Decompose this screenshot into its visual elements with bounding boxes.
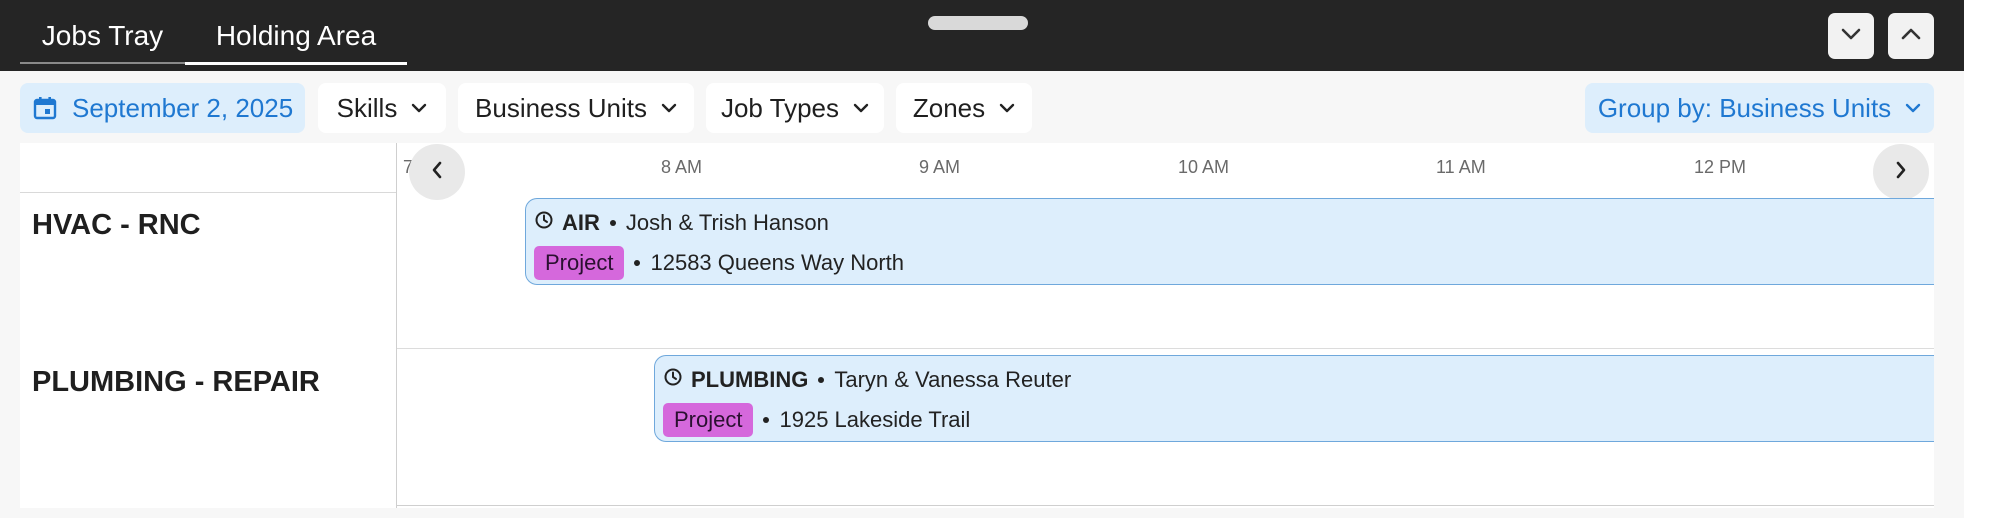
chevron-left-icon bbox=[431, 161, 443, 184]
job-address: 1925 Lakeside Trail bbox=[779, 407, 971, 432]
job-type: AIR bbox=[562, 210, 600, 235]
schedule-board: HVAC - RNC PLUMBING - REPAIR 7 AM 8 AM 9… bbox=[20, 143, 1934, 508]
business-units-filter-label: Business Units bbox=[475, 92, 647, 123]
chevron-down-icon bbox=[661, 103, 677, 113]
job-card-hvac[interactable]: AIR Josh & Trish Hanson Project 12583 Qu… bbox=[525, 198, 1934, 285]
job-type: PLUMBING bbox=[691, 367, 809, 392]
chevron-down-icon bbox=[1840, 27, 1862, 46]
job-customer: Taryn & Vanessa Reuter bbox=[834, 367, 1072, 392]
job-types-filter[interactable]: Job Types bbox=[706, 83, 884, 133]
skills-filter[interactable]: Skills bbox=[318, 83, 446, 133]
job-tag: Project bbox=[534, 246, 625, 280]
job-card-details: Project 1925 Lakeside Trail bbox=[663, 403, 970, 437]
tab-holding-area[interactable]: Holding Area bbox=[185, 10, 407, 65]
selected-date: September 2, 2025 bbox=[72, 92, 294, 123]
calendar-icon bbox=[32, 95, 58, 121]
panel-header: Jobs Tray Holding Area bbox=[0, 0, 1964, 71]
row-divider bbox=[397, 348, 1934, 349]
date-picker-button[interactable]: September 2, 2025 bbox=[20, 83, 305, 133]
hour-label: 8 AM bbox=[661, 157, 703, 177]
job-address: 12583 Queens Way North bbox=[650, 250, 905, 275]
chevron-up-icon bbox=[1900, 27, 1922, 46]
job-card-header: AIR Josh & Trish Hanson bbox=[534, 210, 829, 236]
drag-handle[interactable] bbox=[928, 16, 1028, 30]
job-card-details: Project 12583 Queens Way North bbox=[534, 246, 904, 280]
job-card-plumbing[interactable]: PLUMBING Taryn & Vanessa Reuter Project … bbox=[654, 355, 1934, 442]
chevron-down-icon bbox=[411, 103, 427, 113]
tab-jobs-tray[interactable]: Jobs Tray bbox=[20, 10, 185, 64]
hour-label: 12 PM bbox=[1694, 157, 1747, 177]
zones-filter-label: Zones bbox=[912, 92, 986, 123]
expand-button[interactable] bbox=[1888, 13, 1934, 59]
collapse-button[interactable] bbox=[1828, 13, 1874, 59]
group-by-select[interactable]: Group by: Business Units bbox=[1585, 83, 1934, 133]
business-units-filter[interactable]: Business Units bbox=[458, 83, 694, 133]
clock-icon bbox=[663, 367, 683, 393]
timeline-prev-button[interactable] bbox=[409, 144, 465, 200]
job-customer: Josh & Trish Hanson bbox=[625, 210, 829, 235]
group-column-header bbox=[20, 143, 396, 193]
job-tag: Project bbox=[663, 403, 754, 437]
separator-dot bbox=[634, 260, 641, 266]
skills-filter-label: Skills bbox=[336, 92, 398, 123]
hour-label: 9 AM bbox=[919, 157, 961, 177]
group-label-hvac-rnc: HVAC - RNC bbox=[32, 209, 201, 241]
job-card-header: PLUMBING Taryn & Vanessa Reuter bbox=[663, 367, 1071, 393]
chevron-right-icon bbox=[1895, 161, 1907, 184]
timeline-grid[interactable]: 7 AM 8 AM 9 AM 10 AM 11 AM 12 PM bbox=[396, 143, 1934, 508]
job-types-filter-label: Job Types bbox=[720, 92, 840, 123]
page-margin bbox=[1964, 0, 1999, 518]
chevron-down-icon bbox=[853, 103, 869, 113]
separator-dot bbox=[609, 220, 616, 226]
separator-dot bbox=[763, 417, 770, 423]
timeline-next-button[interactable] bbox=[1873, 144, 1929, 200]
group-by-label: Group by: Business Units bbox=[1597, 92, 1892, 123]
filter-toolbar: September 2, 2025 Skills Business Units … bbox=[0, 71, 1964, 143]
zones-filter[interactable]: Zones bbox=[896, 83, 1032, 133]
separator-dot bbox=[818, 377, 825, 383]
chevron-down-icon bbox=[999, 103, 1015, 113]
timeline-bottom-border bbox=[396, 505, 1934, 506]
chevron-down-icon bbox=[1905, 103, 1921, 113]
dispatch-panel: Jobs Tray Holding Area September 2, 2025… bbox=[0, 0, 1964, 518]
hour-label: 10 AM bbox=[1178, 157, 1230, 177]
hour-label: 11 AM bbox=[1436, 157, 1486, 177]
group-label-plumbing-repair: PLUMBING - REPAIR bbox=[32, 366, 320, 398]
clock-icon bbox=[534, 210, 554, 236]
group-column: HVAC - RNC PLUMBING - REPAIR bbox=[20, 143, 396, 508]
